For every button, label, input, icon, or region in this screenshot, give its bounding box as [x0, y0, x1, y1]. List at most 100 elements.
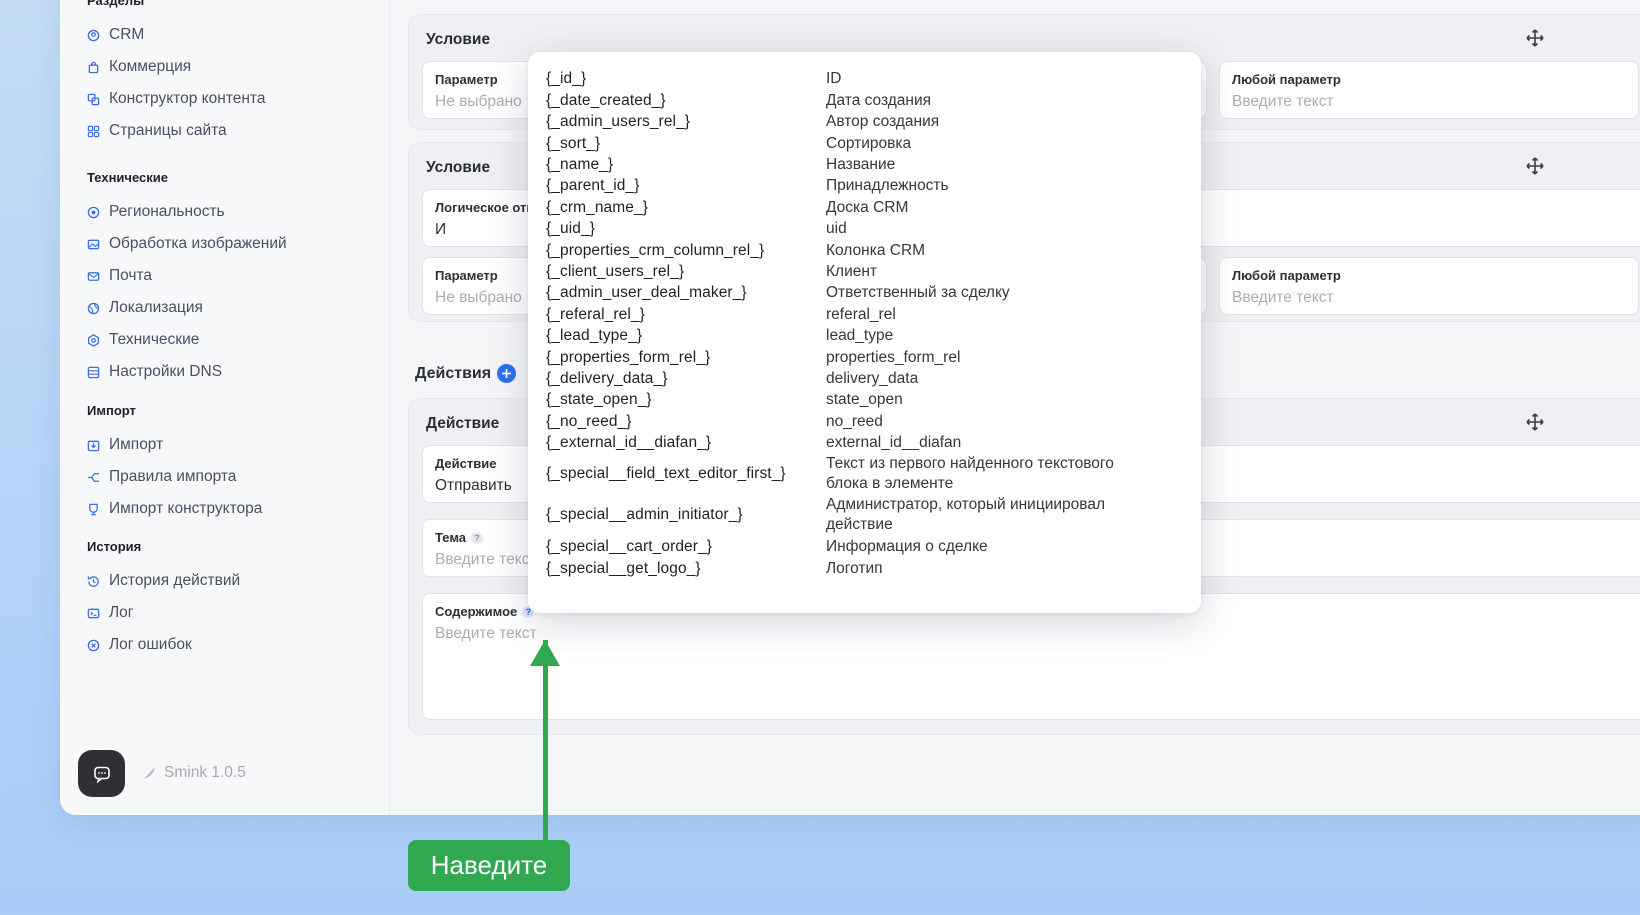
sidebar-item-label: Конструктор контента [109, 90, 266, 107]
sidebar-item-action-history[interactable]: История действий [87, 570, 240, 592]
tooltip-variable-description: Сортировка [826, 134, 912, 152]
sidebar-item-mail[interactable]: Почта [87, 265, 152, 287]
chat-button[interactable] [78, 750, 125, 797]
param-label: Параметр [435, 268, 498, 283]
sidebar-item-label: Локализация [109, 299, 203, 316]
tooltip-variable-key: {_parent_id_} [546, 177, 640, 194]
tooltip-variable-description: Автор создания [826, 113, 940, 130]
tooltip-variable-key: {_client_users_rel_} [546, 263, 685, 280]
tooltip-variable-key: {_uid_} [546, 220, 595, 237]
version-label: Smink 1.0.5 [142, 764, 246, 782]
condition-title: Условие [426, 159, 491, 176]
content-label: Содержимое? [435, 604, 535, 619]
tooltip-variable-key: {_external_id__diafan_} [546, 434, 712, 451]
sidebar-item-site-pages[interactable]: Страницы сайта [87, 120, 227, 142]
sidebar-item-label: Коммерция [109, 58, 192, 75]
sidebar-item-builder-import[interactable]: Импорт конструктора [87, 498, 262, 520]
tooltip-variable-description: Колонка CRM [826, 241, 926, 259]
logic-value: И [435, 221, 447, 238]
move-icon[interactable] [1526, 157, 1544, 175]
import-icon [87, 439, 100, 452]
sidebar-section-title: Разделы [87, 0, 145, 8]
condition-title: Условие [426, 31, 491, 48]
tooltip-variable-description: external_id__diafan [826, 434, 962, 451]
action-card-title: Действие [426, 415, 500, 432]
sidebar-item-image-processing[interactable]: Обработка изображений [87, 233, 287, 255]
sidebar-item-crm[interactable]: CRM [87, 24, 144, 46]
any-param-input[interactable]: Любой параметр Введите текст [1219, 257, 1639, 315]
sidebar-item-label: История действий [109, 572, 241, 589]
tooltip-variable-description: Информация о сделке [826, 538, 988, 555]
any-param-placeholder: Введите текст [1232, 93, 1334, 110]
tooltip-variable-description: Логотип [826, 560, 883, 577]
move-icon[interactable] [1526, 413, 1544, 431]
hint-label: Наведите [408, 840, 570, 891]
sidebar-item-commerce[interactable]: Коммерция [87, 56, 191, 78]
tooltip-variable-description: Название [826, 156, 896, 173]
tooltip-variable-key: {_special__admin_initiator_} [546, 506, 743, 523]
sidebar-item-label: Страницы сайта [109, 122, 227, 139]
bag-icon [87, 61, 100, 74]
actions-title: Действия [415, 364, 492, 382]
tooltip-variable-key: {_id_} [546, 70, 587, 87]
tooltip-variable-description: Администратор, который инициировал дейст… [826, 496, 1105, 533]
sidebar-item-label: Лог [109, 604, 134, 621]
sidebar-item-dns-settings[interactable]: Настройки DNS [87, 361, 222, 383]
sidebar-item-label: Импорт конструктора [109, 500, 263, 517]
sidebar-item-regionality[interactable]: Региональность [87, 201, 225, 223]
tooltip-variable-key: {_name_} [546, 156, 614, 173]
sidebar-item-label: Региональность [109, 203, 225, 220]
sidebar-item-localization[interactable]: Локализация [87, 297, 203, 319]
sidebar-item-log[interactable]: Лог [87, 602, 133, 624]
actions-header: Действия [415, 364, 517, 383]
sidebar-item-label: Технические [109, 331, 200, 348]
any-param-input[interactable]: Любой параметр Введите текст [1219, 61, 1639, 119]
tooltip-variable-description: properties_form_rel [826, 348, 961, 366]
any-param-label: Любой параметр [1232, 268, 1341, 283]
sidebar-item-label: Импорт [109, 436, 164, 453]
branch-icon [87, 471, 100, 484]
action-label: Действие [435, 456, 497, 471]
tooltip-variable-key: {_special__field_text_editor_first_} [546, 465, 786, 482]
sidebar-item-content-builder[interactable]: Конструктор контента [87, 88, 265, 110]
sidebar-item-label: Лог ошибок [109, 636, 192, 653]
server-icon [87, 366, 100, 379]
sidebar-item-error-log[interactable]: Лог ошибок [87, 634, 192, 656]
sidebar-group-technical: Технические [87, 170, 168, 185]
tooltip-variable-description: uid [826, 220, 847, 237]
tooltip-variable-key: {_referal_rel_} [546, 305, 645, 323]
action-value: Отправить [435, 477, 512, 494]
sidebar-item-label: Настройки DNS [109, 363, 223, 380]
hint-arrow-head [530, 640, 560, 666]
globe-icon [87, 302, 100, 315]
tooltip-variable-description: referal_rel [826, 305, 896, 323]
tooltip-variable-description: state_open [826, 391, 903, 408]
tooltip-variable-key: {_special__get_logo_} [546, 560, 701, 577]
sidebar-item-label: Обработка изображений [109, 235, 287, 252]
sidebar-group-history: История [87, 539, 142, 554]
sidebar-item-import-rules[interactable]: Правила импорта [87, 466, 236, 488]
any-param-placeholder: Введите текст [1232, 289, 1334, 306]
tooltip-variable-description: Дата создания [826, 91, 932, 109]
history-icon [87, 575, 100, 588]
location-icon [87, 206, 100, 219]
mail-icon [87, 270, 100, 283]
content-placeholder: Введите текст [435, 625, 537, 642]
tooltip-variable-key: {_delivery_data_} [546, 370, 668, 387]
tooltip-variable-key: {_crm_name_} [546, 198, 649, 216]
tooltip-variable-key: {_special__cart_order_} [546, 538, 713, 555]
sidebar-item-import[interactable]: Импорт [87, 434, 163, 456]
tooltip-variable-key: {_date_created_} [546, 91, 666, 109]
move-icon[interactable] [1526, 29, 1544, 47]
version-text: Smink 1.0.5 [164, 764, 246, 781]
param-value: Не выбрано [435, 93, 522, 110]
help-icon[interactable]: ? [471, 532, 484, 544]
sidebar-item-technical[interactable]: Технические [87, 329, 199, 351]
add-action-button[interactable] [497, 364, 517, 383]
param-label: Параметр [435, 72, 498, 87]
tooltip-variable-description: Принадлежность [826, 177, 949, 194]
param-value: Не выбрано [435, 289, 522, 306]
terminal-icon [87, 607, 100, 620]
tooltip-variable-description: Клиент [826, 263, 878, 280]
subject-placeholder: Введите текст [435, 551, 537, 568]
